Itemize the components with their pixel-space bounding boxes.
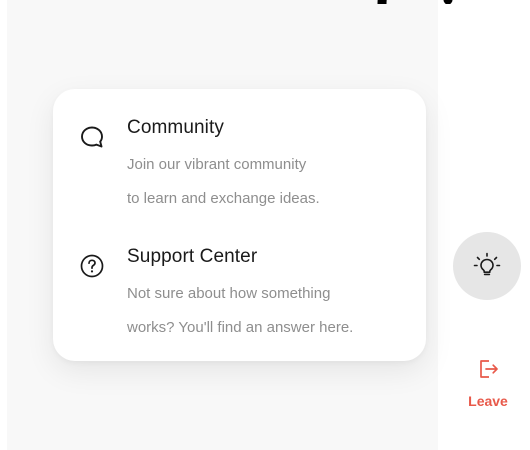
app-screen: Community Join our vibrant community to …	[0, 0, 530, 450]
menu-item-support-center[interactable]: Support Center Not sure about how someth…	[79, 245, 410, 345]
chat-bubble-icon	[79, 124, 105, 150]
community-description-line-1: Join our vibrant community	[127, 156, 307, 173]
leave-button[interactable]: Leave	[452, 356, 524, 420]
menu-item-community[interactable]: Community Join our vibrant community to …	[79, 116, 410, 216]
community-title: Community	[127, 117, 224, 138]
support-center-description-line-2: works? You'll find an answer here.	[127, 319, 354, 336]
question-circle-icon	[79, 253, 105, 279]
support-center-title: Support Center	[127, 246, 258, 267]
leave-label: Leave	[468, 393, 508, 409]
help-menu-card: Community Join our vibrant community to …	[53, 89, 426, 361]
cropped-glyph	[374, 0, 456, 4]
lightbulb-icon	[472, 251, 502, 281]
exit-icon	[475, 356, 501, 382]
hint-button[interactable]	[453, 232, 521, 300]
support-center-description-line-1: Not sure about how something	[127, 285, 331, 302]
community-description-line-2: to learn and exchange ideas.	[127, 190, 320, 207]
